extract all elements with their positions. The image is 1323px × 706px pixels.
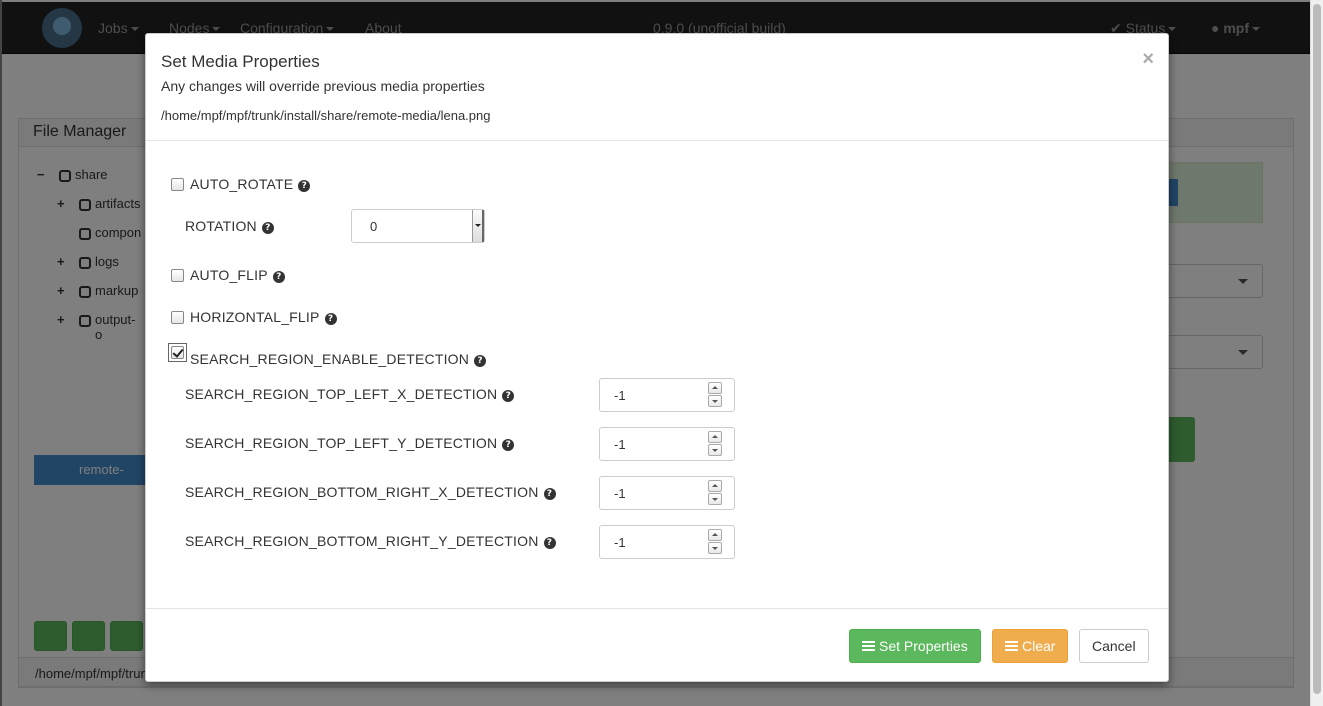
search-region-enable-checkbox[interactable] — [171, 346, 184, 359]
spin-up-icon[interactable] — [708, 431, 722, 443]
auto-rotate-checkbox[interactable] — [171, 178, 184, 191]
horizontal-flip-checkbox[interactable] — [171, 311, 184, 324]
spinner[interactable] — [708, 529, 722, 555]
cancel-button[interactable]: Cancel — [1079, 629, 1149, 663]
set-media-properties-modal: Set Media Properties Any changes will ov… — [145, 33, 1169, 682]
help-icon[interactable]: ? — [543, 488, 556, 500]
help-icon[interactable]: ? — [298, 180, 311, 192]
help-icon[interactable]: ? — [272, 271, 285, 283]
help-icon[interactable]: ? — [474, 355, 487, 367]
auto-rotate-label: AUTO_ROTATE? — [190, 176, 311, 192]
spin-up-icon[interactable] — [708, 480, 722, 492]
bottom-right-x-input[interactable]: -1 — [599, 476, 735, 510]
clear-button[interactable]: Clear — [992, 629, 1069, 663]
help-icon[interactable]: ? — [502, 390, 515, 402]
help-icon[interactable]: ? — [543, 537, 556, 549]
spin-up-icon[interactable] — [708, 382, 722, 394]
bottom-right-y-value: -1 — [614, 535, 626, 550]
spin-down-icon[interactable] — [708, 444, 722, 456]
spin-up-icon[interactable] — [708, 529, 722, 541]
spin-down-icon[interactable] — [708, 542, 722, 554]
bottom-right-x-value: -1 — [614, 486, 626, 501]
modal-title: Set Media Properties — [161, 52, 320, 71]
spin-down-icon[interactable] — [708, 395, 722, 407]
media-file-path: /home/mpf/mpf/trunk/install/share/remote… — [161, 108, 491, 123]
help-icon[interactable]: ? — [502, 439, 515, 451]
scrollbar-thumb[interactable] — [1313, 4, 1321, 694]
modal-body: AUTO_ROTATE? ROTATION? 0 AUTO_FLIP? HORI… — [146, 141, 1168, 608]
auto-flip-checkbox[interactable] — [171, 269, 184, 282]
top-left-x-value: -1 — [614, 388, 626, 403]
spinner[interactable] — [708, 382, 722, 408]
bottom-right-y-input[interactable]: -1 — [599, 525, 735, 559]
search-region-enable-label: SEARCH_REGION_ENABLE_DETECTION? — [190, 351, 487, 367]
top-left-x-label: SEARCH_REGION_TOP_LEFT_X_DETECTION? — [185, 386, 515, 402]
top-left-y-value: -1 — [614, 437, 626, 452]
horizontal-flip-label: HORIZONTAL_FLIP? — [190, 309, 337, 325]
top-left-y-input[interactable]: -1 — [599, 427, 735, 461]
browser-frame: Jobs Nodes Configuration About 0.9.0 (un… — [0, 0, 1310, 706]
spinner[interactable] — [708, 431, 722, 457]
bottom-right-x-label: SEARCH_REGION_BOTTOM_RIGHT_X_DETECTION? — [185, 484, 556, 500]
list-icon — [862, 641, 875, 652]
modal-subtitle: Any changes will override previous media… — [161, 78, 485, 94]
modal-header: Set Media Properties Any changes will ov… — [146, 34, 1168, 141]
rotation-select[interactable]: 0 — [351, 209, 485, 243]
help-icon[interactable]: ? — [324, 313, 337, 325]
help-icon[interactable]: ? — [261, 222, 274, 234]
spin-down-icon[interactable] — [708, 493, 722, 505]
close-icon[interactable]: × — [1142, 48, 1154, 71]
set-properties-button[interactable]: Set Properties — [849, 629, 981, 663]
rotation-label: ROTATION? — [185, 218, 274, 234]
top-left-x-input[interactable]: -1 — [599, 378, 735, 412]
auto-flip-label: AUTO_FLIP? — [190, 267, 285, 283]
top-left-y-label: SEARCH_REGION_TOP_LEFT_Y_DETECTION? — [185, 435, 515, 451]
list-icon — [1005, 641, 1018, 652]
bottom-right-y-label: SEARCH_REGION_BOTTOM_RIGHT_Y_DETECTION? — [185, 533, 556, 549]
rotation-value: 0 — [370, 219, 378, 234]
spinner[interactable] — [708, 480, 722, 506]
modal-footer: Set Properties Clear Cancel — [146, 608, 1168, 682]
page-scrollbar[interactable] — [1310, 0, 1323, 706]
chevron-down-icon[interactable] — [472, 210, 484, 242]
